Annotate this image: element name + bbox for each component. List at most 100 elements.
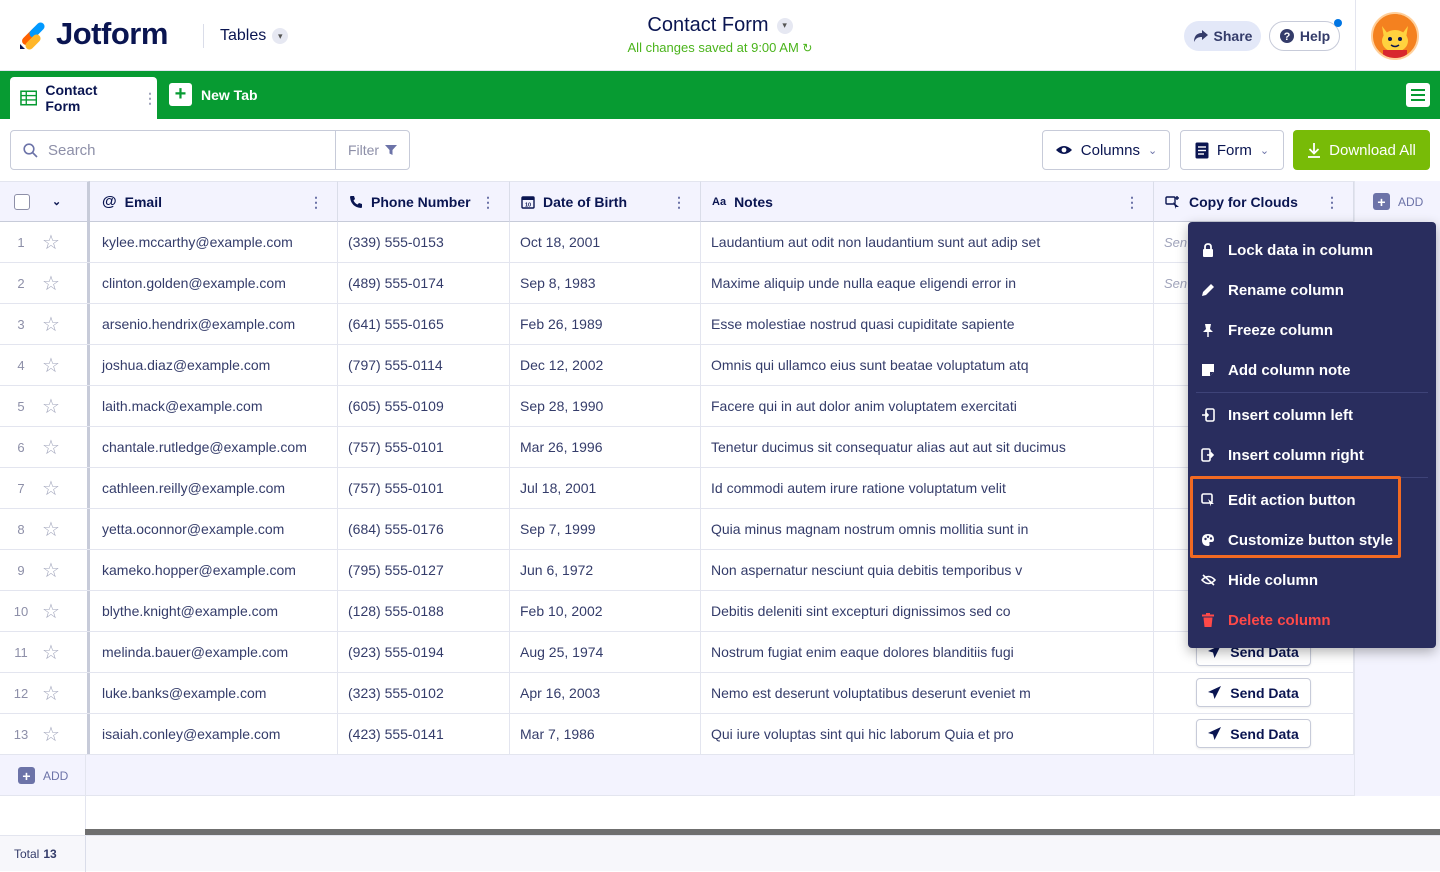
cell-email[interactable]: melinda.bauer@example.com <box>90 632 338 672</box>
cell-notes[interactable]: Tenetur ducimus sit consequatur alias au… <box>701 427 1154 467</box>
cell-notes[interactable]: Debitis deleniti sint excepturi dignissi… <box>701 591 1154 631</box>
cell-email[interactable]: yetta.oconnor@example.com <box>90 509 338 549</box>
cell-email[interactable]: chantale.rutledge@example.com <box>90 427 338 467</box>
cell-dob[interactable]: Feb 10, 2002 <box>510 591 701 631</box>
column-options-icon[interactable]: ⋮ <box>481 194 495 211</box>
share-button[interactable]: Share <box>1184 21 1261 51</box>
star-icon[interactable]: ☆ <box>42 476 60 501</box>
row-number-cell[interactable]: 2 ☆ <box>0 263 90 303</box>
tab-menu-icon[interactable] <box>1406 83 1430 107</box>
cell-notes[interactable]: Non aspernatur nesciunt quia debitis tem… <box>701 550 1154 590</box>
star-icon[interactable]: ☆ <box>42 271 60 296</box>
table-row[interactable]: 8 ☆ yetta.oconnor@example.com (684) 555-017… <box>0 509 1354 550</box>
cell-notes[interactable]: Id commodi autem irure ratione voluptatu… <box>701 468 1154 508</box>
cell-email[interactable]: kameko.hopper@example.com <box>90 550 338 590</box>
cell-notes[interactable]: Maxime aliquip unde nulla eaque eligendi… <box>701 263 1154 303</box>
row-number-cell[interactable]: 1 ☆ <box>0 222 90 262</box>
cell-dob[interactable]: Oct 18, 2001 <box>510 222 701 262</box>
row-number-cell[interactable]: 3 ☆ <box>0 304 90 344</box>
column-header-phone[interactable]: Phone Number ⋮ <box>338 181 510 222</box>
column-header-dob[interactable]: 10 Date of Birth ⋮ <box>510 181 701 222</box>
form-button[interactable]: Form ⌄ <box>1180 130 1284 170</box>
star-icon[interactable]: ☆ <box>42 517 60 542</box>
cell-dob[interactable]: Sep 8, 1983 <box>510 263 701 303</box>
table-row[interactable]: 10 ☆ blythe.knight@example.com (128) 555-01… <box>0 591 1354 632</box>
table-row[interactable]: 2 ☆ clinton.golden@example.com (489) 555-01… <box>0 263 1354 304</box>
select-all-checkbox[interactable] <box>14 193 30 210</box>
cell-dob[interactable]: Sep 7, 1999 <box>510 509 701 549</box>
star-icon[interactable]: ☆ <box>42 435 60 460</box>
row-number-cell[interactable]: 12 ☆ <box>0 673 90 713</box>
cell-phone[interactable]: (128) 555-0188 <box>338 591 510 631</box>
cell-action[interactable]: Send Data <box>1154 673 1354 713</box>
menu-item-lock[interactable]: Lock data in column <box>1200 232 1424 268</box>
jotform-logo[interactable]: Jotform <box>18 16 168 52</box>
cell-phone[interactable]: (423) 555-0141 <box>338 714 510 754</box>
menu-item-hide[interactable]: Hide column <box>1200 562 1424 598</box>
cell-dob[interactable]: Sep 28, 1990 <box>510 386 701 426</box>
column-options-icon[interactable]: ⋮ <box>672 194 686 211</box>
cell-phone[interactable]: (923) 555-0194 <box>338 632 510 672</box>
table-row[interactable]: 4 ☆ joshua.diaz@example.com (797) 555-0114 D… <box>0 345 1354 386</box>
column-options-icon[interactable]: ⋮ <box>309 194 323 211</box>
tab-options-icon[interactable]: ⋮ <box>143 90 157 107</box>
chevron-down-icon[interactable]: ⌄ <box>52 195 61 208</box>
cell-notes[interactable]: Qui iure voluptas sint qui hic laborum Q… <box>701 714 1154 754</box>
cell-dob[interactable]: Dec 12, 2002 <box>510 345 701 385</box>
cell-email[interactable]: arsenio.hendrix@example.com <box>90 304 338 344</box>
add-column-button[interactable]: + ADD <box>1373 193 1423 210</box>
download-all-button[interactable]: Download All <box>1293 130 1430 170</box>
cell-email[interactable]: laith.mack@example.com <box>90 386 338 426</box>
cell-notes[interactable]: Nemo est deserunt voluptatibus deserunt … <box>701 673 1154 713</box>
cell-dob[interactable]: Mar 26, 1996 <box>510 427 701 467</box>
column-options-icon[interactable]: ⋮ <box>1125 194 1139 211</box>
row-number-cell[interactable]: 8 ☆ <box>0 509 90 549</box>
cell-dob[interactable]: Aug 25, 1974 <box>510 632 701 672</box>
cell-email[interactable]: blythe.knight@example.com <box>90 591 338 631</box>
cell-phone[interactable]: (323) 555-0102 <box>338 673 510 713</box>
cell-dob[interactable]: Apr 16, 2003 <box>510 673 701 713</box>
row-number-cell[interactable]: 6 ☆ <box>0 427 90 467</box>
cell-email[interactable]: clinton.golden@example.com <box>90 263 338 303</box>
cell-phone[interactable]: (797) 555-0114 <box>338 345 510 385</box>
cell-notes[interactable]: Esse molestiae nostrud quasi cupiditate … <box>701 304 1154 344</box>
filter-button[interactable]: Filter <box>335 130 410 170</box>
search-input[interactable] <box>48 141 308 159</box>
table-row[interactable]: 13 ☆ isaiah.conley@example.com (423) 555-01… <box>0 714 1354 755</box>
cell-phone[interactable]: (605) 555-0109 <box>338 386 510 426</box>
cell-dob[interactable]: Jul 18, 2001 <box>510 468 701 508</box>
menu-item-insert-right[interactable]: Insert column right <box>1200 437 1424 473</box>
row-number-cell[interactable]: 11 ☆ <box>0 632 90 672</box>
star-icon[interactable]: ☆ <box>42 230 60 255</box>
cell-email[interactable]: joshua.diaz@example.com <box>90 345 338 385</box>
cell-dob[interactable]: Jun 6, 1972 <box>510 550 701 590</box>
row-number-cell[interactable]: 4 ☆ <box>0 345 90 385</box>
cell-email[interactable]: cathleen.reilly@example.com <box>90 468 338 508</box>
cell-email[interactable]: kylee.mccarthy@example.com <box>90 222 338 262</box>
row-number-cell[interactable]: 5 ☆ <box>0 386 90 426</box>
tables-switcher[interactable]: Tables ▾ <box>220 27 289 45</box>
star-icon[interactable]: ☆ <box>42 558 60 583</box>
menu-item-freeze[interactable]: Freeze column <box>1200 312 1424 348</box>
row-number-cell[interactable]: 13 ☆ <box>0 714 90 754</box>
table-row[interactable]: 5 ☆ laith.mack@example.com (605) 555-0109 Se… <box>0 386 1354 427</box>
cell-phone[interactable]: (757) 555-0101 <box>338 468 510 508</box>
menu-item-rename[interactable]: Rename column <box>1200 272 1424 308</box>
column-header-action[interactable]: Copy for Clouds ⋮ <box>1154 181 1354 222</box>
cell-notes[interactable]: Omnis qui ullamco eius sunt beatae volup… <box>701 345 1154 385</box>
star-icon[interactable]: ☆ <box>42 312 60 337</box>
star-icon[interactable]: ☆ <box>42 394 60 419</box>
table-row[interactable]: 9 ☆ kameko.hopper@example.com (795) 555-012… <box>0 550 1354 591</box>
document-title[interactable]: Contact Form ▾ <box>647 14 793 37</box>
add-row-button[interactable]: + ADD <box>18 767 68 784</box>
star-icon[interactable]: ☆ <box>42 599 60 624</box>
cell-dob[interactable]: Mar 7, 1986 <box>510 714 701 754</box>
cell-phone[interactable]: (757) 555-0101 <box>338 427 510 467</box>
columns-button[interactable]: Columns ⌄ <box>1042 130 1170 170</box>
cell-phone[interactable]: (489) 555-0174 <box>338 263 510 303</box>
cell-action[interactable]: Send Data <box>1154 714 1354 754</box>
cell-notes[interactable]: Nostrum fugiat enim eaque dolores blandi… <box>701 632 1154 672</box>
column-header-email[interactable]: @ Email ⋮ <box>90 181 338 222</box>
menu-item-insert-left[interactable]: Insert column left <box>1200 397 1424 433</box>
table-row[interactable]: 3 ☆ arsenio.hendrix@example.com (641) 555-0… <box>0 304 1354 345</box>
